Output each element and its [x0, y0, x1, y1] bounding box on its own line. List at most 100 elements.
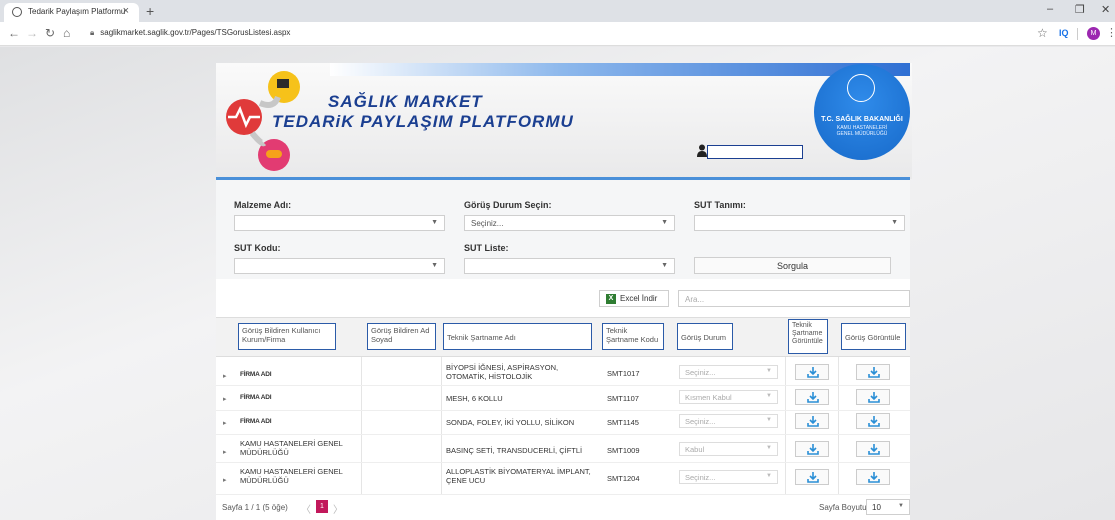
row-kurum: FİRMA ADI	[240, 371, 272, 378]
tab-close-icon[interactable]: ×	[123, 5, 129, 17]
row-kurum: FİRMA ADI	[240, 394, 272, 401]
row-sartname-adi: BASINÇ SETİ, TRANSDUCERLİ, ÇİFTLİ	[446, 446, 583, 455]
row-gorus-durum-select[interactable]: Seçiniz... ▼	[679, 414, 778, 428]
row-gorus-durum-value: Seçiniz...	[685, 473, 716, 482]
address-bar[interactable]: 🔒︎ saglikmarket.saglik.gov.tr/Pages/TSGor…	[90, 28, 290, 38]
gorus-download-button[interactable]	[856, 413, 890, 429]
malzeme-label: Malzeme Adı:	[234, 200, 292, 210]
extension-iq-icon[interactable]: IQ	[1059, 28, 1069, 38]
window-close-icon[interactable]: ✕	[1101, 3, 1110, 16]
row-expand-icon[interactable]: ▸	[223, 395, 227, 403]
new-tab-button[interactable]: +	[146, 3, 154, 19]
lock-icon: 🔒︎	[90, 28, 95, 37]
ministry-seal: T.C. SAĞLIK BAKANLIĞI KAMU HASTANELERİ G…	[814, 64, 910, 160]
pager-page-button[interactable]: 1	[316, 500, 328, 513]
row-sartname-adi: ALLOPLASTİK BİYOMATERYAL İMPLANT, ÇENE U…	[446, 467, 591, 485]
back-icon[interactable]: ←	[8, 26, 20, 40]
maximize-icon[interactable]: ❐	[1075, 3, 1085, 16]
column-divider	[838, 357, 839, 494]
column-header-ad-soyad[interactable]: Görüş Bildiren Ad Soyad	[367, 323, 436, 350]
gorus-durum-select-value: Seçiniz...	[471, 219, 504, 228]
sartname-download-button[interactable]	[795, 441, 829, 457]
home-icon[interactable]: ⌂	[63, 26, 70, 40]
column-divider	[785, 357, 786, 494]
row-divider	[216, 434, 910, 435]
pager-prev-icon[interactable]: 〈	[301, 501, 311, 516]
chevron-down-icon: ▼	[898, 503, 904, 509]
browser-toolbar: ← → ↻ ⌂ 🔒︎ saglikmarket.saglik.gov.tr/Pag…	[0, 22, 1115, 46]
chevron-down-icon: ▼	[766, 393, 772, 399]
row-gorus-durum-value: Seçiniz...	[685, 417, 716, 426]
row-divider	[216, 385, 910, 386]
row-gorus-durum-select[interactable]: Seçiniz... ▼	[679, 470, 778, 484]
gorus-download-button[interactable]	[856, 469, 890, 485]
minimize-icon[interactable]: –	[1047, 3, 1053, 15]
excel-export-button[interactable]: X Excel İndir	[599, 290, 669, 307]
sorgula-button[interactable]: Sorgula	[694, 257, 891, 274]
row-gorus-durum-value: Seçiniz...	[685, 368, 716, 377]
tab-title: Tedarik Paylaşım Platformu	[28, 7, 126, 16]
browser-tab[interactable]: Tedarik Paylaşım Platformu ×	[4, 3, 139, 22]
chevron-down-icon: ▼	[431, 219, 438, 226]
sartname-download-button[interactable]	[795, 413, 829, 429]
page-size-select[interactable]: 10 ▼	[866, 499, 910, 515]
gorus-download-button[interactable]	[856, 441, 890, 457]
sut-kodu-select[interactable]: ▼	[234, 258, 445, 274]
sartname-download-button[interactable]	[795, 469, 829, 485]
column-header-sartname-goruntule[interactable]: Teknik Şartname Görüntüle	[788, 319, 828, 354]
chevron-down-icon: ▼	[766, 368, 772, 374]
row-expand-icon[interactable]: ▸	[223, 419, 227, 427]
gorus-durum-label: Görüş Durum Seçin:	[464, 200, 552, 210]
grid-search-input[interactable]: Ara...	[678, 290, 910, 307]
column-header-sartname-kodu[interactable]: Teknik Şartname Kodu	[602, 323, 664, 350]
row-sartname-adi: SONDA, FOLEY, İKİ YOLLU, SİLİKON	[446, 418, 575, 427]
brand-subtitle: TEDARiK PAYLAŞIM PLATFORMU	[272, 112, 574, 131]
sartname-download-button[interactable]	[795, 364, 829, 380]
row-sartname-kodu: SMT1017	[607, 369, 640, 378]
row-expand-icon[interactable]: ▸	[223, 476, 227, 484]
header-accent-bar	[330, 63, 910, 76]
column-header-sartname-adi[interactable]: Teknik Şartname Adı	[443, 323, 592, 350]
sut-liste-select[interactable]: ▼	[464, 258, 675, 274]
gorus-durum-select[interactable]: Seçiniz... ▼	[464, 215, 675, 231]
column-divider	[361, 357, 362, 494]
bookmark-star-icon[interactable]: ☆	[1037, 26, 1048, 40]
row-gorus-durum-value: Kabul	[685, 445, 705, 454]
download-icon	[868, 367, 880, 378]
gorus-download-button[interactable]	[856, 364, 890, 380]
sut-kodu-label: SUT Kodu:	[234, 243, 281, 253]
download-icon	[807, 416, 819, 427]
pager-next-icon[interactable]: 〉	[333, 501, 343, 516]
row-expand-icon[interactable]: ▸	[223, 372, 227, 380]
column-divider	[441, 357, 442, 494]
sut-tanimi-select[interactable]: ▼	[694, 215, 905, 231]
seal-line-3: GENEL MÜDÜRLÜĞÜ	[836, 131, 888, 137]
row-kurum: FİRMA ADI	[240, 418, 272, 425]
browser-menu-icon[interactable]: ⋮	[1106, 26, 1115, 39]
download-icon	[868, 472, 880, 483]
page-size-label: Sayfa Boyutu:	[819, 503, 869, 512]
row-gorus-durum-select[interactable]: Kabul ▼	[679, 442, 778, 456]
browser-tabstrip	[0, 0, 1115, 22]
profile-avatar[interactable]: M	[1087, 27, 1100, 40]
column-header-gorus-durum[interactable]: Görüş Durum	[677, 323, 733, 350]
column-header-gorus-goruntule[interactable]: Görüş Görüntüle	[841, 323, 906, 350]
gorus-download-button[interactable]	[856, 389, 890, 405]
sartname-download-button[interactable]	[795, 389, 829, 405]
user-name-box[interactable]	[707, 145, 803, 159]
row-expand-icon[interactable]: ▸	[223, 448, 227, 456]
malzeme-select[interactable]: ▼	[234, 215, 445, 231]
excel-icon: X	[606, 294, 616, 304]
brand-title: SAĞLIK MARKET	[328, 92, 483, 111]
row-sartname-kodu: SMT1204	[607, 474, 640, 483]
row-gorus-durum-select[interactable]: Kısmen Kabul ▼	[679, 390, 778, 404]
row-gorus-durum-select[interactable]: Seçiniz... ▼	[679, 365, 778, 379]
row-kurum: KAMU HASTANELERİ GENEL MÜDÜRLÜĞÜ	[240, 439, 343, 457]
column-header-kurum[interactable]: Görüş Bildiren Kullanıcı Kurum/Firma	[238, 323, 336, 350]
reload-icon[interactable]: ↻	[45, 26, 55, 40]
chevron-down-icon: ▼	[891, 219, 898, 226]
sut-liste-label: SUT Liste:	[464, 243, 509, 253]
pager-info: Sayfa 1 / 1 (5 öğe)	[222, 503, 288, 512]
forward-icon[interactable]: →	[26, 26, 38, 40]
address-url: saglikmarket.saglik.gov.tr/Pages/TSGorus…	[100, 28, 291, 37]
